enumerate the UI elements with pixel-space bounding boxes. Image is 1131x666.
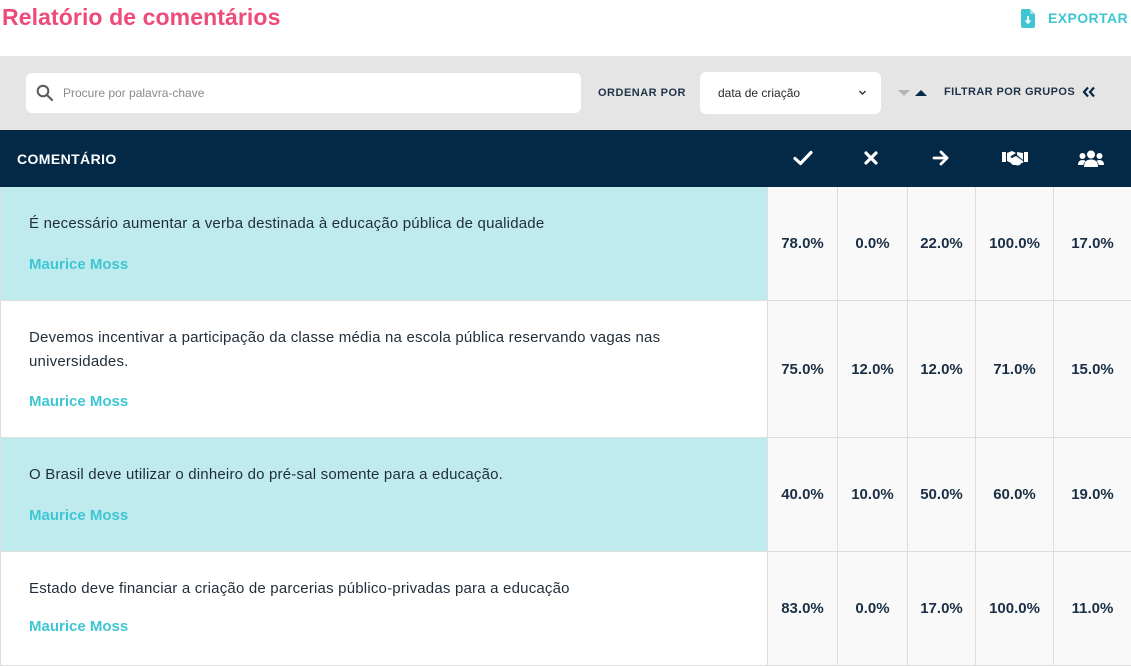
toolbar: ORDENAR POR data de criação FILTRAR POR … [0,56,1131,130]
column-header-agree[interactable] [791,147,815,169]
skip-value: 50.0% [908,438,976,551]
table-row[interactable]: É necessário aumentar a verba destinada … [0,187,1131,301]
check-icon [793,150,813,166]
comment-text: É necessário aumentar a verba destinada … [29,215,545,232]
skip-value: 22.0% [908,187,976,300]
disagree-value: 12.0% [838,301,908,437]
arrow-right-icon [932,150,949,166]
export-button[interactable]: EXPORTAR [1021,6,1128,30]
groups-value: 15.0% [1054,301,1131,437]
search-box[interactable] [26,73,581,113]
column-header-skip[interactable] [930,147,952,169]
comment-author[interactable]: Maurice Moss [29,256,128,273]
double-chevron-left-icon [1082,86,1095,98]
table-header: COMENTÁRIO [0,130,1131,187]
comment-author[interactable]: Maurice Moss [29,393,128,410]
search-input[interactable] [61,73,571,113]
column-header-groups[interactable] [1078,147,1104,169]
sort-asc-icon[interactable] [915,90,927,96]
consensus-value: 71.0% [976,301,1054,437]
consensus-value: 100.0% [976,552,1054,665]
page-header: Relatório de comentários EXPORTAR [0,0,1131,56]
comment-author[interactable]: Maurice Moss [29,618,128,635]
sort-direction-toggle[interactable] [897,87,929,99]
column-header-disagree[interactable] [860,147,882,169]
page-title: Relatório de comentários [2,4,281,30]
groups-value: 11.0% [1054,552,1131,665]
skip-value: 17.0% [908,552,976,665]
disagree-value: 10.0% [838,438,908,551]
chevron-down-icon [859,90,866,95]
filter-groups-label: FILTRAR POR GRUPOS [944,86,1076,98]
consensus-value: 60.0% [976,438,1054,551]
disagree-value: 0.0% [838,187,908,300]
agree-value: 75.0% [768,301,838,437]
comment-cell: Estado deve financiar a criação de parce… [0,552,768,665]
sort-select[interactable]: data de criação [700,72,881,114]
sort-select-value: data de criação [718,86,801,100]
groups-value: 19.0% [1054,438,1131,551]
file-download-icon [1021,8,1036,28]
comment-text: Devemos incentivar a participação da cla… [29,329,661,370]
groups-value: 17.0% [1054,187,1131,300]
handshake-icon [1002,151,1028,166]
column-header-comment: COMENTÁRIO [17,151,117,167]
column-header-consensus[interactable] [1001,147,1029,169]
filter-groups-button[interactable]: FILTRAR POR GRUPOS [944,86,1096,98]
sort-desc-icon[interactable] [898,90,910,96]
group-icon [1078,150,1104,167]
disagree-value: 0.0% [838,552,908,665]
table-row[interactable]: O Brasil deve utilizar o dinheiro do pré… [0,438,1131,552]
skip-value: 12.0% [908,301,976,437]
table-row[interactable]: Estado deve financiar a criação de parce… [0,552,1131,666]
cross-icon [864,151,878,165]
agree-value: 40.0% [768,438,838,551]
agree-value: 83.0% [768,552,838,665]
comment-cell: O Brasil deve utilizar o dinheiro do pré… [0,438,768,551]
comment-author[interactable]: Maurice Moss [29,507,128,524]
comment-text: O Brasil deve utilizar o dinheiro do pré… [29,466,504,483]
comment-cell: É necessário aumentar a verba destinada … [0,187,768,300]
consensus-value: 100.0% [976,187,1054,300]
table-row[interactable]: Devemos incentivar a participação da cla… [0,301,1131,438]
comment-cell: Devemos incentivar a participação da cla… [0,301,768,437]
comment-text: Estado deve financiar a criação de parce… [29,580,570,597]
agree-value: 78.0% [768,187,838,300]
sort-label: ORDENAR POR [598,87,687,99]
search-icon [36,84,54,102]
export-label: EXPORTAR [1048,10,1128,26]
